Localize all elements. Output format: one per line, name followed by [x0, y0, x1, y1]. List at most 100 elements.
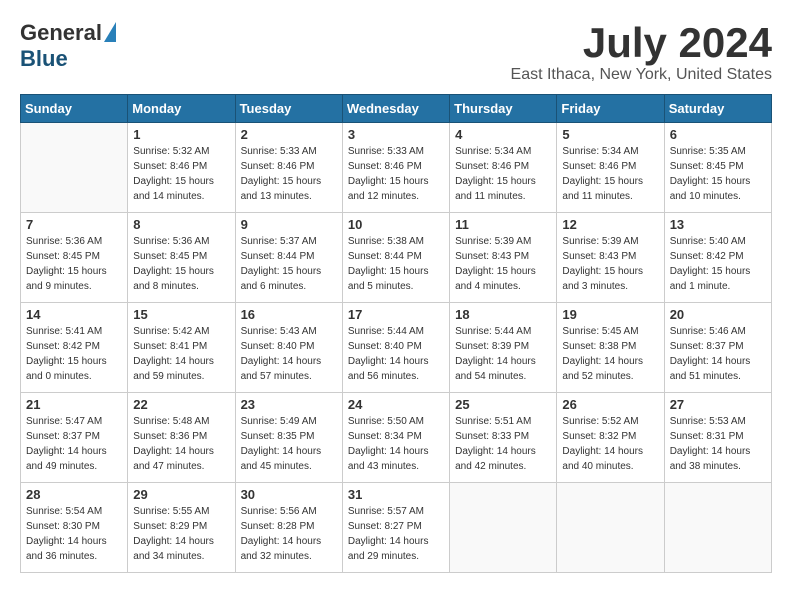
day-info: Sunrise: 5:34 AM Sunset: 8:46 PM Dayligh… — [455, 144, 551, 204]
calendar-cell: 6Sunrise: 5:35 AM Sunset: 8:45 PM Daylig… — [664, 123, 771, 213]
day-info: Sunrise: 5:37 AM Sunset: 8:44 PM Dayligh… — [241, 234, 337, 294]
calendar-cell: 27 Sunrise: 5:53 AM Sunset: 8:31 PM Dayli… — [664, 393, 771, 483]
logo-general: General — [20, 20, 102, 46]
header-sunday: Sunday — [21, 95, 128, 123]
day-number: 29 — [133, 487, 229, 502]
calendar-cell: 17 Sunrise: 5:44 AM Sunset: 8:40 PM Dayli… — [342, 303, 449, 393]
day-number: 10 — [348, 217, 444, 232]
day-info: Sunrise: 5:35 AM Sunset: 8:45 PM Dayligh… — [670, 144, 766, 204]
calendar-cell — [21, 123, 128, 213]
calendar-cell: 30 Sunrise: 5:56 AM Sunset: 8:28 PM Dayli… — [235, 483, 342, 573]
calendar-cell: 26Sunrise: 5:52 AM Sunset: 8:32 PM Dayli… — [557, 393, 664, 483]
day-number: 4 — [455, 127, 551, 142]
month-title: July 2024 — [511, 20, 772, 66]
day-info: Sunrise: 5:55 AM Sunset: 8:29 PM Dayligh… — [133, 504, 229, 564]
calendar-cell: 2 Sunrise: 5:33 AM Sunset: 8:46 PM Daylig… — [235, 123, 342, 213]
logo-blue: Blue — [20, 46, 68, 72]
calendar-cell: 11 Sunrise: 5:39 AM Sunset: 8:43 PM Dayli… — [450, 213, 557, 303]
day-info: Sunrise: 5:44 AM Sunset: 8:39 PM Dayligh… — [455, 324, 551, 384]
header-tuesday: Tuesday — [235, 95, 342, 123]
logo-triangle-icon — [104, 22, 116, 42]
day-info: Sunrise: 5:49 AM Sunset: 8:35 PM Dayligh… — [241, 414, 337, 474]
calendar-cell: 23 Sunrise: 5:49 AM Sunset: 8:35 PM Dayli… — [235, 393, 342, 483]
day-number: 17 — [348, 307, 444, 322]
day-info: Sunrise: 5:39 AM Sunset: 8:43 PM Dayligh… — [455, 234, 551, 294]
header-row: SundayMondayTuesdayWednesdayThursdayFrid… — [21, 95, 772, 123]
day-info: Sunrise: 5:54 AM Sunset: 8:30 PM Dayligh… — [26, 504, 122, 564]
calendar-cell: 12 Sunrise: 5:39 AM Sunset: 8:43 PM Dayli… — [557, 213, 664, 303]
calendar-cell: 7 Sunrise: 5:36 AM Sunset: 8:45 PM Daylig… — [21, 213, 128, 303]
calendar-cell — [664, 483, 771, 573]
day-info: Sunrise: 5:33 AM Sunset: 8:46 PM Dayligh… — [241, 144, 337, 204]
calendar-cell: 25 Sunrise: 5:51 AM Sunset: 8:33 PM Dayli… — [450, 393, 557, 483]
calendar-cell: 9Sunrise: 5:37 AM Sunset: 8:44 PM Daylig… — [235, 213, 342, 303]
day-info: Sunrise: 5:56 AM Sunset: 8:28 PM Dayligh… — [241, 504, 337, 564]
week-row-1: 1 Sunrise: 5:32 AM Sunset: 8:46 PM Daylig… — [21, 123, 772, 213]
calendar-cell: 24 Sunrise: 5:50 AM Sunset: 8:34 PM Dayli… — [342, 393, 449, 483]
day-number: 2 — [241, 127, 337, 142]
day-number: 31 — [348, 487, 444, 502]
day-number: 16 — [241, 307, 337, 322]
calendar-cell: 31 Sunrise: 5:57 AM Sunset: 8:27 PM Dayli… — [342, 483, 449, 573]
calendar-cell: 28Sunrise: 5:54 AM Sunset: 8:30 PM Dayli… — [21, 483, 128, 573]
day-number: 23 — [241, 397, 337, 412]
day-number: 24 — [348, 397, 444, 412]
day-info: Sunrise: 5:32 AM Sunset: 8:46 PM Dayligh… — [133, 144, 229, 204]
calendar-cell: 13 Sunrise: 5:40 AM Sunset: 8:42 PM Dayli… — [664, 213, 771, 303]
calendar-cell: 1 Sunrise: 5:32 AM Sunset: 8:46 PM Daylig… — [128, 123, 235, 213]
logo: General Blue — [20, 20, 116, 72]
calendar-cell: 10 Sunrise: 5:38 AM Sunset: 8:44 PM Dayli… — [342, 213, 449, 303]
header-monday: Monday — [128, 95, 235, 123]
day-info: Sunrise: 5:57 AM Sunset: 8:27 PM Dayligh… — [348, 504, 444, 564]
calendar-cell: 5Sunrise: 5:34 AM Sunset: 8:46 PM Daylig… — [557, 123, 664, 213]
day-info: Sunrise: 5:50 AM Sunset: 8:34 PM Dayligh… — [348, 414, 444, 474]
day-number: 18 — [455, 307, 551, 322]
day-number: 7 — [26, 217, 122, 232]
calendar-cell: 8 Sunrise: 5:36 AM Sunset: 8:45 PM Daylig… — [128, 213, 235, 303]
calendar-cell: 29 Sunrise: 5:55 AM Sunset: 8:29 PM Dayli… — [128, 483, 235, 573]
day-number: 25 — [455, 397, 551, 412]
day-number: 3 — [348, 127, 444, 142]
calendar-cell: 3 Sunrise: 5:33 AM Sunset: 8:46 PM Daylig… — [342, 123, 449, 213]
calendar-cell: 16 Sunrise: 5:43 AM Sunset: 8:40 PM Dayli… — [235, 303, 342, 393]
day-number: 30 — [241, 487, 337, 502]
day-info: Sunrise: 5:36 AM Sunset: 8:45 PM Dayligh… — [133, 234, 229, 294]
header-wednesday: Wednesday — [342, 95, 449, 123]
day-number: 27 — [670, 397, 766, 412]
day-info: Sunrise: 5:39 AM Sunset: 8:43 PM Dayligh… — [562, 234, 658, 294]
day-number: 8 — [133, 217, 229, 232]
day-info: Sunrise: 5:38 AM Sunset: 8:44 PM Dayligh… — [348, 234, 444, 294]
day-info: Sunrise: 5:51 AM Sunset: 8:33 PM Dayligh… — [455, 414, 551, 474]
calendar-cell: 18 Sunrise: 5:44 AM Sunset: 8:39 PM Dayli… — [450, 303, 557, 393]
day-number: 12 — [562, 217, 658, 232]
day-info: Sunrise: 5:42 AM Sunset: 8:41 PM Dayligh… — [133, 324, 229, 384]
calendar-cell — [557, 483, 664, 573]
calendar-cell: 19Sunrise: 5:45 AM Sunset: 8:38 PM Dayli… — [557, 303, 664, 393]
week-row-2: 7 Sunrise: 5:36 AM Sunset: 8:45 PM Daylig… — [21, 213, 772, 303]
day-info: Sunrise: 5:36 AM Sunset: 8:45 PM Dayligh… — [26, 234, 122, 294]
header-saturday: Saturday — [664, 95, 771, 123]
calendar-table: SundayMondayTuesdayWednesdayThursdayFrid… — [20, 94, 772, 573]
day-number: 1 — [133, 127, 229, 142]
day-number: 14 — [26, 307, 122, 322]
day-info: Sunrise: 5:44 AM Sunset: 8:40 PM Dayligh… — [348, 324, 444, 384]
header-thursday: Thursday — [450, 95, 557, 123]
header-friday: Friday — [557, 95, 664, 123]
day-number: 13 — [670, 217, 766, 232]
week-row-3: 14 Sunrise: 5:41 AM Sunset: 8:42 PM Dayli… — [21, 303, 772, 393]
calendar-cell: 4 Sunrise: 5:34 AM Sunset: 8:46 PM Daylig… — [450, 123, 557, 213]
day-info: Sunrise: 5:41 AM Sunset: 8:42 PM Dayligh… — [26, 324, 122, 384]
calendar-cell: 14 Sunrise: 5:41 AM Sunset: 8:42 PM Dayli… — [21, 303, 128, 393]
page-header: General Blue July 2024 East Ithaca, New … — [20, 20, 772, 84]
day-number: 11 — [455, 217, 551, 232]
day-number: 21 — [26, 397, 122, 412]
day-info: Sunrise: 5:34 AM Sunset: 8:46 PM Dayligh… — [562, 144, 658, 204]
day-info: Sunrise: 5:33 AM Sunset: 8:46 PM Dayligh… — [348, 144, 444, 204]
calendar-cell: 21 Sunrise: 5:47 AM Sunset: 8:37 PM Dayli… — [21, 393, 128, 483]
day-info: Sunrise: 5:40 AM Sunset: 8:42 PM Dayligh… — [670, 234, 766, 294]
day-info: Sunrise: 5:53 AM Sunset: 8:31 PM Dayligh… — [670, 414, 766, 474]
calendar-cell: 15Sunrise: 5:42 AM Sunset: 8:41 PM Dayli… — [128, 303, 235, 393]
calendar-cell: 22Sunrise: 5:48 AM Sunset: 8:36 PM Dayli… — [128, 393, 235, 483]
day-info: Sunrise: 5:47 AM Sunset: 8:37 PM Dayligh… — [26, 414, 122, 474]
day-info: Sunrise: 5:43 AM Sunset: 8:40 PM Dayligh… — [241, 324, 337, 384]
